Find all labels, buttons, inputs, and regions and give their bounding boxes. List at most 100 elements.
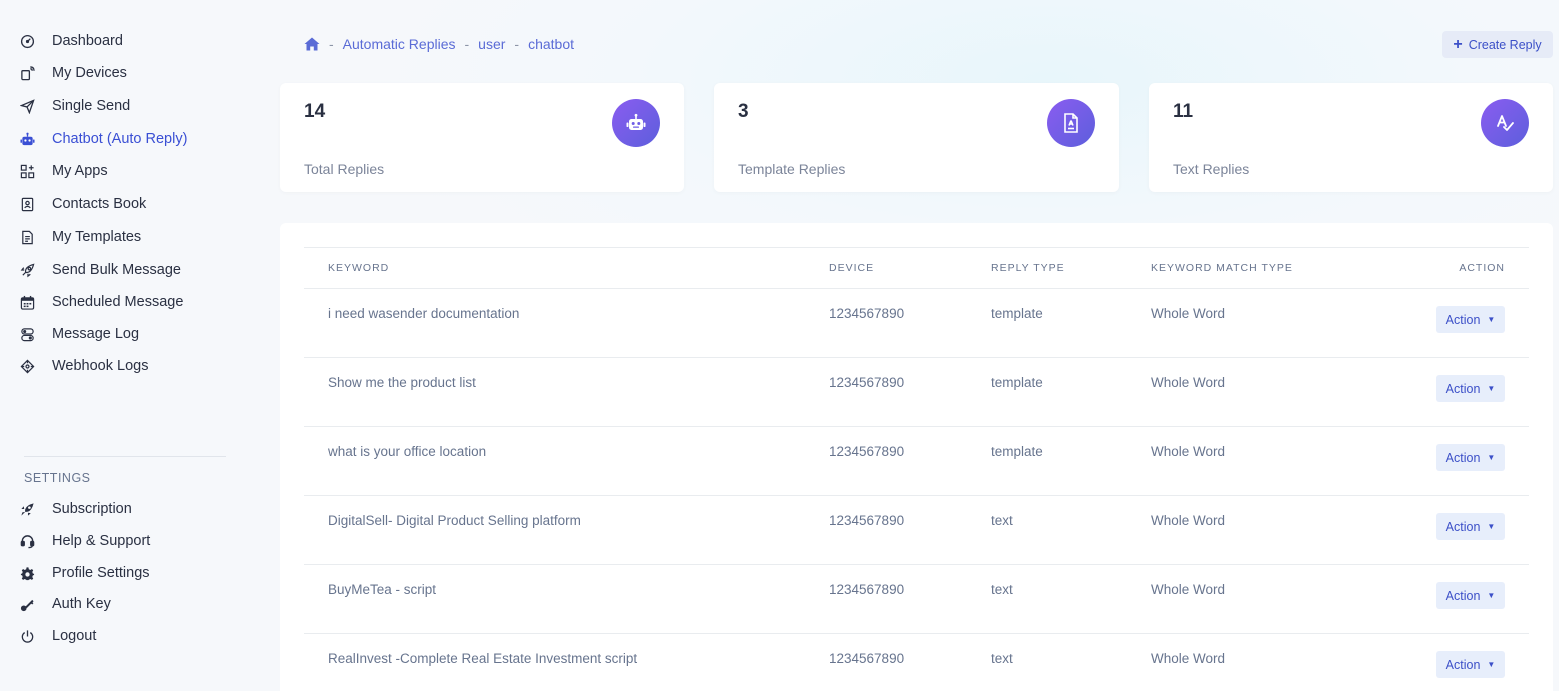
- table-row: Show me the product list 1234567890 temp…: [304, 357, 1529, 427]
- caret-down-icon: ▼: [1487, 591, 1496, 600]
- action-dropdown-button[interactable]: Action ▼: [1436, 306, 1505, 333]
- calendar-icon: [18, 293, 36, 311]
- action-label: Action: [1445, 312, 1481, 327]
- sidebar-item-dashboard[interactable]: Dashboard: [18, 27, 238, 55]
- cell-match-type: Whole Word: [1127, 426, 1377, 496]
- table-header-row: KEYWORD DEVICE REPLY TYPE KEYWORD MATCH …: [304, 247, 1529, 289]
- cell-action: Action ▼: [1377, 288, 1529, 358]
- sidebar-item-my-templates[interactable]: My Templates: [18, 223, 238, 251]
- sidebar: Dashboard My Devices Single Send Chatbot…: [0, 0, 250, 691]
- message-log-icon: [18, 325, 36, 343]
- sidebar-item-label: Scheduled Message: [52, 294, 184, 310]
- page: Dashboard My Devices Single Send Chatbot…: [0, 0, 1559, 691]
- cell-device: 1234567890: [805, 564, 967, 634]
- cell-reply-type: template: [967, 288, 1127, 358]
- column-header-reply-type[interactable]: REPLY TYPE: [967, 247, 1127, 289]
- power-icon: [18, 627, 36, 645]
- cell-device: 1234567890: [805, 633, 967, 691]
- sidebar-item-webhook-logs[interactable]: Webhook Logs: [18, 352, 238, 380]
- sidebar-item-help-support[interactable]: Help & Support: [18, 527, 238, 555]
- cell-device: 1234567890: [805, 357, 967, 427]
- breadcrumb-separator: -: [329, 36, 334, 52]
- sidebar-item-label: Chatbot (Auto Reply): [52, 131, 188, 147]
- action-label: Action: [1445, 519, 1481, 534]
- sidebar-item-label: My Devices: [52, 65, 127, 81]
- cell-device: 1234567890: [805, 495, 967, 565]
- cell-keyword: RealInvest -Complete Real Estate Investm…: [304, 633, 805, 691]
- sidebar-item-label: Message Log: [52, 326, 140, 342]
- breadcrumb-separator: -: [514, 36, 520, 52]
- replies-table: KEYWORD DEVICE REPLY TYPE KEYWORD MATCH …: [304, 247, 1529, 691]
- sidebar-item-label: Profile Settings: [52, 565, 150, 581]
- action-dropdown-button[interactable]: Action ▼: [1436, 582, 1505, 609]
- sidebar-item-my-apps[interactable]: My Apps: [18, 157, 238, 185]
- caret-down-icon: ▼: [1487, 453, 1496, 462]
- sidebar-item-single-send[interactable]: Single Send: [18, 92, 238, 120]
- sidebar-item-label: Dashboard: [52, 33, 123, 49]
- cell-keyword: what is your office location: [304, 426, 805, 496]
- spell-check-icon: [1481, 99, 1529, 147]
- table-row: what is your office location 1234567890 …: [304, 426, 1529, 496]
- home-icon[interactable]: [304, 37, 320, 51]
- stat-card-total-replies: 14 Total Replies: [280, 83, 684, 192]
- stat-label: Total Replies: [304, 161, 385, 177]
- template-file-icon: [18, 228, 36, 246]
- sidebar-item-label: My Apps: [52, 163, 108, 179]
- cell-match-type: Whole Word: [1127, 633, 1377, 691]
- stat-label: Text Replies: [1173, 161, 1250, 177]
- gauge-icon: [18, 32, 36, 50]
- table-row: i need wasender documentation 1234567890…: [304, 288, 1529, 358]
- action-dropdown-button[interactable]: Action ▼: [1436, 651, 1505, 678]
- action-dropdown-button[interactable]: Action ▼: [1436, 513, 1505, 540]
- sidebar-item-label: Send Bulk Message: [52, 262, 181, 278]
- stat-value: 11: [1173, 101, 1194, 122]
- column-header-device[interactable]: DEVICE: [805, 247, 967, 289]
- settings-section-title: SETTINGS: [24, 471, 91, 485]
- robot-icon: [612, 99, 660, 147]
- breadcrumb-separator: -: [464, 36, 470, 52]
- breadcrumb-chatbot[interactable]: chatbot: [528, 36, 574, 52]
- table-row: RealInvest -Complete Real Estate Investm…: [304, 633, 1529, 691]
- stat-label: Template Replies: [738, 161, 846, 177]
- plus-icon: +: [1453, 35, 1463, 53]
- sidebar-item-scheduled-message[interactable]: Scheduled Message: [18, 288, 238, 316]
- device-signal-icon: [18, 64, 36, 82]
- cell-action: Action ▼: [1377, 564, 1529, 634]
- document-icon: [1047, 99, 1095, 147]
- cell-match-type: Whole Word: [1127, 288, 1377, 358]
- action-label: Action: [1445, 588, 1481, 603]
- cell-keyword: Show me the product list: [304, 357, 805, 427]
- caret-down-icon: ▼: [1487, 384, 1496, 393]
- cell-action: Action ▼: [1377, 633, 1529, 691]
- headset-icon: [18, 532, 36, 550]
- action-dropdown-button[interactable]: Action ▼: [1436, 375, 1505, 402]
- cell-match-type: Whole Word: [1127, 564, 1377, 634]
- sidebar-item-label: Webhook Logs: [52, 358, 149, 374]
- sidebar-divider: [24, 456, 226, 457]
- sidebar-item-subscription[interactable]: Subscription: [18, 495, 238, 523]
- action-dropdown-button[interactable]: Action ▼: [1436, 444, 1505, 471]
- cell-reply-type: text: [967, 633, 1127, 691]
- sidebar-item-message-log[interactable]: Message Log: [18, 320, 238, 348]
- cell-device: 1234567890: [805, 426, 967, 496]
- cell-reply-type: template: [967, 426, 1127, 496]
- cell-reply-type: text: [967, 495, 1127, 565]
- breadcrumb-automatic-replies[interactable]: Automatic Replies: [343, 36, 456, 52]
- sidebar-item-my-devices[interactable]: My Devices: [18, 59, 238, 87]
- breadcrumb-user[interactable]: user: [478, 36, 505, 52]
- sidebar-item-auth-key[interactable]: Auth Key: [18, 590, 238, 618]
- sidebar-item-send-bulk-message[interactable]: Send Bulk Message: [18, 256, 238, 284]
- column-header-keyword[interactable]: KEYWORD: [304, 247, 805, 289]
- sidebar-item-chatbot[interactable]: Chatbot (Auto Reply): [18, 125, 238, 153]
- sidebar-item-logout[interactable]: Logout: [18, 622, 238, 650]
- create-reply-button[interactable]: + Create Reply: [1442, 31, 1553, 58]
- replies-table-card: KEYWORD DEVICE REPLY TYPE KEYWORD MATCH …: [280, 223, 1553, 691]
- stat-value: 14: [304, 101, 326, 122]
- sidebar-item-profile-settings[interactable]: Profile Settings: [18, 559, 238, 587]
- sidebar-item-contacts-book[interactable]: Contacts Book: [18, 190, 238, 218]
- caret-down-icon: ▼: [1487, 522, 1496, 531]
- column-header-match-type[interactable]: KEYWORD MATCH TYPE: [1127, 247, 1377, 289]
- contact-book-icon: [18, 195, 36, 213]
- cell-action: Action ▼: [1377, 426, 1529, 496]
- sidebar-item-label: Logout: [52, 628, 97, 644]
